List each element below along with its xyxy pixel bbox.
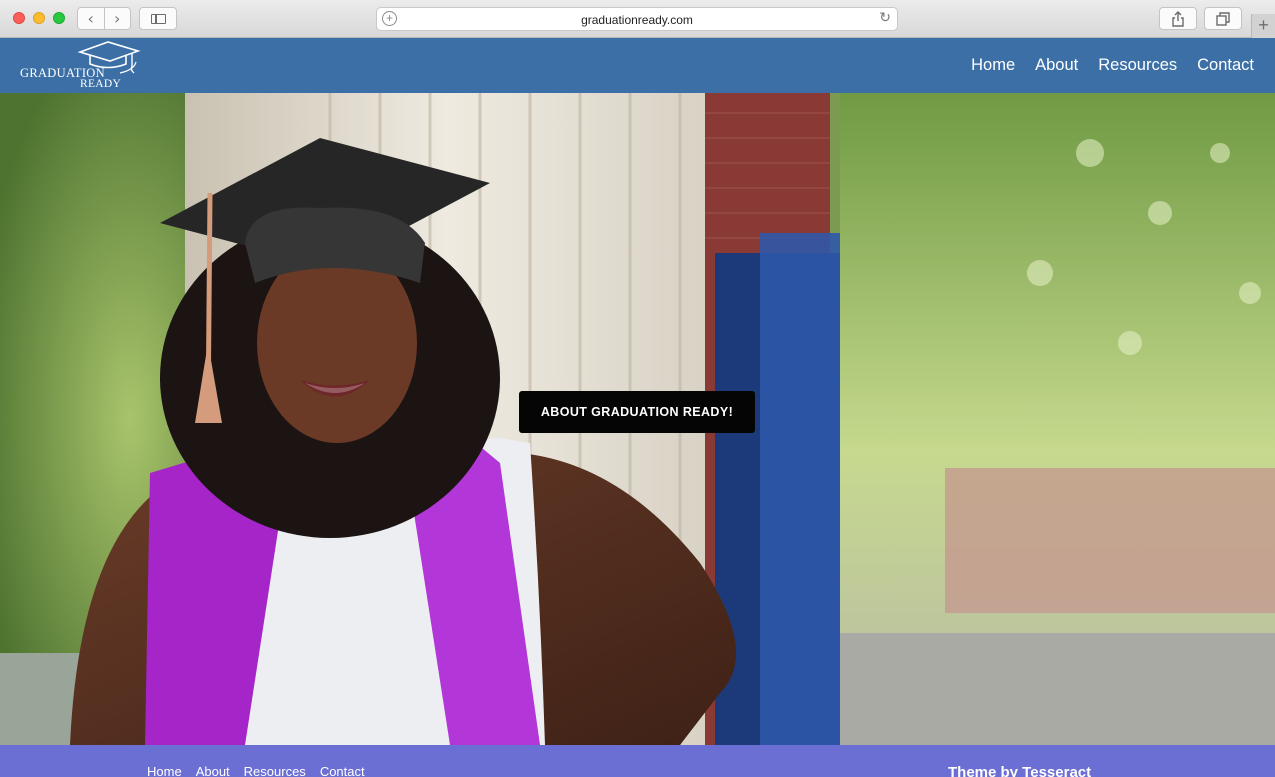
site-footer: Home About Resources Contact Theme by Te… (0, 745, 1275, 777)
logo-text-line2: READY (80, 78, 122, 90)
url-text[interactable]: graduationready.com (377, 13, 897, 27)
site-logo[interactable]: GRADUATION READY (18, 40, 143, 90)
theme-credit[interactable]: Theme by Tesseract (948, 764, 1091, 777)
address-bar[interactable]: + graduationready.com ↻ (376, 7, 898, 31)
footer-nav-contact[interactable]: Contact (320, 764, 365, 777)
hero-banner: ABOUT GRADUATION READY! (0, 93, 1275, 745)
share-button[interactable] (1159, 7, 1197, 30)
show-tabs-button[interactable] (1204, 7, 1242, 30)
fullscreen-window-button[interactable] (53, 12, 65, 24)
nav-about[interactable]: About (1035, 56, 1078, 75)
tabs-icon (1216, 12, 1230, 26)
footer-nav-resources[interactable]: Resources (244, 764, 306, 777)
main-nav: Home About Resources Contact (971, 56, 1254, 75)
about-cta-button[interactable]: ABOUT GRADUATION READY! (519, 391, 755, 433)
nav-home[interactable]: Home (971, 56, 1015, 75)
nav-contact[interactable]: Contact (1197, 56, 1254, 75)
forward-icon[interactable]: › (105, 8, 131, 29)
footer-nav-about[interactable]: About (196, 764, 230, 777)
back-icon[interactable]: ‹ (78, 8, 105, 29)
reload-icon[interactable]: ↻ (879, 10, 891, 26)
history-buttons: ‹ › (77, 7, 131, 30)
new-tab-button[interactable]: + (1251, 14, 1275, 38)
minimize-window-button[interactable] (33, 12, 45, 24)
browser-toolbar: ‹ › + graduationready.com ↻ + (0, 0, 1275, 38)
sidebar-toggle-button[interactable] (139, 7, 177, 30)
share-icon (1172, 11, 1184, 27)
footer-nav: Home About Resources Contact (147, 764, 365, 777)
footer-nav-home[interactable]: Home (147, 764, 182, 777)
close-window-button[interactable] (13, 12, 25, 24)
site-header: GRADUATION READY Home About Resources Co… (0, 38, 1275, 93)
nav-resources[interactable]: Resources (1098, 56, 1177, 75)
sidebar-icon (151, 14, 166, 24)
